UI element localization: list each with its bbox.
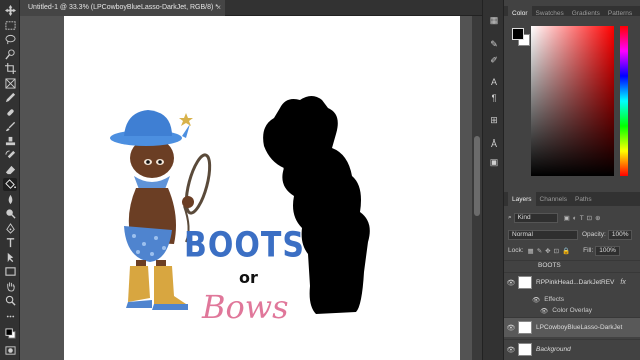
history-panel-icon[interactable]: ▦: [488, 14, 500, 26]
eyedropper-tool-icon[interactable]: [3, 91, 17, 104]
brushes-panel-icon[interactable]: ✐: [488, 54, 500, 66]
silhouette-figure: [263, 96, 370, 314]
canvas-area[interactable]: BOOTS or Bows: [20, 16, 472, 360]
dodge-tool-icon[interactable]: [3, 207, 17, 220]
layer-filter-row: ⌕ Kind ▣◐T⊡⊕: [508, 212, 604, 223]
scrollbar-thumb[interactable]: [474, 136, 480, 216]
close-tab-icon[interactable]: ×: [216, 3, 221, 12]
hue-slider[interactable]: [620, 26, 628, 176]
visibility-eye-icon[interactable]: 👁: [540, 307, 548, 315]
layer-row-lpcowboy[interactable]: 👁 LPCowboyBlueLasso-DarkJet: [504, 317, 640, 337]
lock-fill-row: Lock: ▦✎✥⊡🔒 Fill: 100%: [508, 245, 636, 256]
marquee-tool-icon[interactable]: [3, 19, 17, 32]
opacity-field[interactable]: 100%: [607, 229, 633, 240]
effects-row[interactable]: 👁 Effects: [532, 294, 564, 305]
paint-bucket-tool-icon[interactable]: [3, 178, 17, 191]
rectangle-tool-icon[interactable]: [3, 265, 17, 278]
document-tab-title: Untitled-1 @ 33.3% (LPCowboyBlueLasso-Da…: [28, 4, 218, 11]
libraries-panel-icon[interactable]: ▣: [488, 156, 500, 168]
effects-label: Effects: [544, 296, 565, 303]
layers-panel: ⌕ Kind ▣◐T⊡⊕ Normal Opacity: 100% Lock: …: [504, 206, 640, 360]
color-field[interactable]: [531, 26, 614, 176]
visibility-eye-icon[interactable]: 👁: [504, 324, 518, 332]
color-panel: [504, 16, 640, 190]
filter-type-icons[interactable]: ▣◐T⊡⊕: [564, 214, 604, 222]
visibility-eye-icon[interactable]: 👁: [504, 346, 518, 354]
document-tab[interactable]: Untitled-1 @ 33.3% (LPCowboyBlueLasso-Da…: [20, 0, 225, 16]
layer-row-boots[interactable]: BOOTS: [504, 260, 640, 270]
cowboy-baby-figure: [110, 110, 212, 310]
fill-field[interactable]: 100%: [595, 245, 620, 256]
fx-badge[interactable]: fx: [620, 279, 625, 286]
filter-search-icon: ⌕: [508, 213, 512, 221]
document-canvas[interactable]: BOOTS or Bows: [64, 16, 460, 360]
layer-name: LPCowboyBlueLasso-DarkJet: [536, 324, 623, 331]
opacity-label: Opacity:: [582, 231, 606, 238]
canvas-vertical-scrollbar[interactable]: [472, 16, 482, 360]
fill-label: Fill:: [583, 247, 594, 254]
collapsed-panels-strip: ▦ ✎ ✐ A ¶ ⊞ Å ▣: [482, 0, 504, 360]
right-panel-dock: Color Swatches Gradients Patterns Layers…: [504, 0, 640, 360]
bows-headline: Bows: [202, 288, 289, 326]
properties-panel-icon[interactable]: ⊞: [488, 114, 500, 126]
color-overlay-label: Color Overlay: [552, 307, 592, 314]
visibility-eye-icon[interactable]: 👁: [532, 296, 540, 304]
layer-row-background[interactable]: 👁 Background: [504, 339, 640, 359]
lock-options-icons[interactable]: ▦✎✥⊡🔒: [528, 247, 574, 255]
type-tool-icon[interactable]: [3, 236, 17, 249]
crop-tool-icon[interactable]: [3, 62, 17, 75]
blend-opacity-row: Normal Opacity: 100%: [508, 229, 636, 240]
quick-select-tool-icon[interactable]: [3, 48, 17, 61]
quick-mask-icon[interactable]: [3, 344, 17, 357]
brush-settings-icon[interactable]: ✎: [488, 38, 500, 50]
hand-tool-icon[interactable]: [3, 280, 17, 293]
edit-toolbar-icon[interactable]: [3, 310, 17, 323]
boots-headline: BOOTS: [184, 225, 305, 266]
visibility-eye-icon[interactable]: 👁: [504, 279, 518, 287]
foreground-background-swatch-icon[interactable]: [3, 327, 17, 340]
glyphs-panel-icon[interactable]: Å: [488, 138, 500, 150]
photoshop-window: Untitled-1 @ 33.3% (LPCowboyBlueLasso-Da…: [0, 0, 640, 360]
or-text: or: [239, 268, 258, 287]
frame-tool-icon[interactable]: [3, 77, 17, 90]
clone-stamp-tool-icon[interactable]: [3, 135, 17, 148]
lock-label: Lock:: [508, 247, 524, 254]
layer-thumbnail: [518, 276, 532, 289]
pen-tool-icon[interactable]: [3, 222, 17, 235]
tools-panel: [0, 0, 20, 360]
color-overlay-row[interactable]: 👁 Color Overlay: [540, 305, 592, 316]
layer-name: Background: [536, 346, 571, 353]
paragraph-panel-icon[interactable]: ¶: [488, 92, 500, 104]
eraser-tool-icon[interactable]: [3, 164, 17, 177]
healing-brush-tool-icon[interactable]: [3, 106, 17, 119]
move-tool-icon[interactable]: [3, 4, 17, 17]
path-select-tool-icon[interactable]: [3, 251, 17, 264]
history-brush-tool-icon[interactable]: [3, 149, 17, 162]
brush-tool-icon[interactable]: [3, 120, 17, 133]
blur-tool-icon[interactable]: [3, 193, 17, 206]
layer-thumbnail: [518, 343, 532, 356]
filter-kind-select[interactable]: Kind: [513, 212, 558, 223]
document-tab-bar: Untitled-1 @ 33.3% (LPCowboyBlueLasso-Da…: [20, 0, 482, 16]
layer-row-rppinkhead[interactable]: 👁 RPPinkHead...DarkJetREV fx: [504, 272, 640, 292]
layer-thumbnail: [518, 321, 532, 334]
foreground-color-swatch[interactable]: [512, 28, 524, 40]
layer-name: BOOTS: [538, 262, 561, 269]
character-panel-icon[interactable]: A: [488, 76, 500, 88]
blend-mode-select[interactable]: Normal: [508, 229, 578, 240]
zoom-tool-icon[interactable]: [3, 294, 17, 307]
layer-name: RPPinkHead...DarkJetREV: [536, 279, 615, 286]
lasso-tool-icon[interactable]: [3, 33, 17, 46]
